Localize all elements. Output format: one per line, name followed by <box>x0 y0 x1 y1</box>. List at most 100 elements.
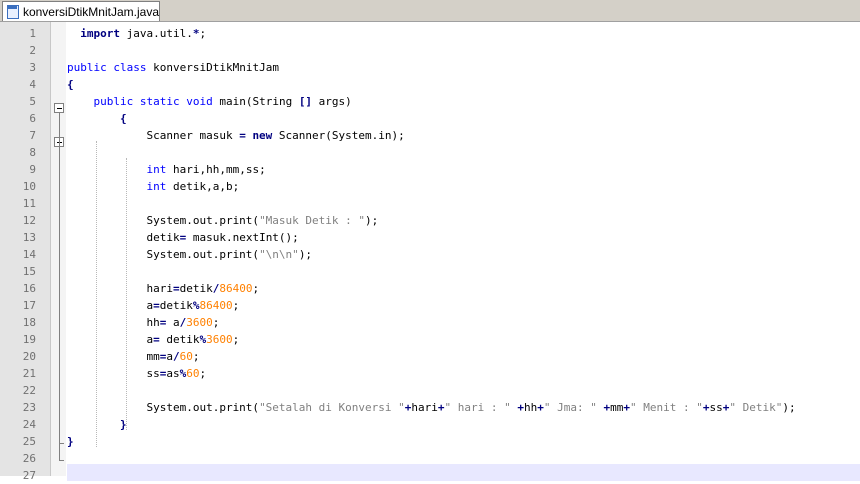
code-token: konversiDtikMnitJam <box>146 61 279 74</box>
code-line[interactable]: 8 <box>0 144 860 161</box>
code-token: = <box>172 282 180 295</box>
code-text: public static void main(String [] args) <box>67 93 352 110</box>
code-line[interactable]: 16 hari=detik/86400; <box>0 280 860 297</box>
code-token: ; <box>252 282 260 295</box>
code-line[interactable]: 11 <box>0 195 860 212</box>
code-line[interactable]: 17 a=detik%86400; <box>0 297 860 314</box>
code-token: main(String <box>212 95 299 108</box>
code-token: 3600 <box>186 316 213 329</box>
code-token: "Masuk Detik : " <box>259 214 366 227</box>
code-line[interactable]: 10 int detik,a,b; <box>0 178 860 195</box>
code-token: a <box>67 299 154 312</box>
code-line[interactable]: 12 System.out.print("Masuk Detik : "); <box>0 212 860 229</box>
line-number: 25 <box>22 435 36 448</box>
code-token: public class <box>67 61 147 74</box>
line-number: 20 <box>22 350 36 363</box>
code-line[interactable]: 3 public class konversiDtikMnitJam <box>0 59 860 76</box>
code-token: "\n\n" <box>259 248 299 261</box>
code-token: Scanner(System.in); <box>272 129 405 142</box>
code-line[interactable]: 21 ss=as%60; <box>0 365 860 382</box>
indent-guide <box>96 141 97 447</box>
code-token: detik <box>67 231 180 244</box>
code-token: hari <box>67 282 173 295</box>
line-number: 16 <box>22 282 36 295</box>
code-token: ); <box>298 248 313 261</box>
code-token: java.util. <box>120 27 193 40</box>
code-token: detik <box>179 282 213 295</box>
code-token: mm <box>610 401 624 414</box>
line-number: 5 <box>29 95 36 108</box>
code-token: 86400 <box>199 299 233 312</box>
code-line[interactable]: 2 <box>0 42 860 59</box>
code-token: + <box>437 401 445 414</box>
code-token: [] <box>298 95 313 108</box>
code-line[interactable]: 4{ <box>0 76 860 93</box>
java-file-icon <box>7 5 19 19</box>
code-line[interactable]: 14 System.out.print("\n\n"); <box>0 246 860 263</box>
code-token: a <box>67 333 154 346</box>
code-token: " Detik" <box>729 401 783 414</box>
line-number: 4 <box>29 78 36 91</box>
code-token: " hari : " <box>444 401 511 414</box>
code-line[interactable]: 6 { <box>0 110 860 127</box>
code-token: ss <box>709 401 723 414</box>
code-line[interactable]: 15 <box>0 263 860 280</box>
code-token: ; <box>192 350 200 363</box>
code-token: 60 <box>186 367 200 380</box>
code-line[interactable]: 7 Scanner masuk = new Scanner(System.in)… <box>0 127 860 144</box>
code-editor[interactable]: 1 import java.util.*; 2 3 public class konv… <box>0 22 860 482</box>
code-token: 60 <box>179 350 193 363</box>
code-line[interactable]: 19 a= detik%3600; <box>0 331 860 348</box>
code-token: = <box>153 299 160 312</box>
code-token: } <box>67 435 74 448</box>
indent-guide <box>126 158 127 430</box>
line-number: 1 <box>29 27 36 40</box>
code-line[interactable]: 1 import java.util.*; <box>0 25 860 42</box>
line-number: 23 <box>22 401 36 414</box>
line-number: 19 <box>22 333 36 346</box>
code-token: ; <box>212 316 220 329</box>
code-line[interactable]: 24 } <box>0 416 860 433</box>
line-number: 21 <box>22 367 36 380</box>
line-number: 14 <box>22 248 36 261</box>
code-token: Scanner masuk <box>67 129 240 142</box>
code-token: args) <box>312 95 352 108</box>
code-text: int detik,a,b; <box>67 178 239 195</box>
code-token: = <box>153 333 160 346</box>
line-number: 18 <box>22 316 36 329</box>
code-text: public class konversiDtikMnitJam <box>67 59 279 76</box>
code-text: mm=a/60; <box>67 348 199 365</box>
code-text: import java.util.*; <box>67 25 206 42</box>
code-line[interactable]: 5 public static void main(String [] args… <box>0 93 860 110</box>
code-line[interactable]: 20 mm=a/60; <box>0 348 860 365</box>
code-text: { <box>67 110 127 127</box>
code-line[interactable]: 13 detik= masuk.nextInt(); <box>0 229 860 246</box>
line-number: 26 <box>22 452 36 465</box>
code-line[interactable]: 23 System.out.print("Setalah di Konversi… <box>0 399 860 416</box>
fold-toggle-icon[interactable] <box>54 103 64 113</box>
code-token: detik <box>159 299 193 312</box>
line-number: 7 <box>29 129 36 142</box>
code-token: "Setalah di Konversi " <box>259 401 405 414</box>
code-token: 86400 <box>219 282 253 295</box>
file-tab[interactable]: konversiDtikMnitJam.java <box>2 1 160 21</box>
code-line[interactable]: 25} <box>0 433 860 450</box>
code-token: ss <box>67 367 160 380</box>
code-line[interactable]: 18 hh= a/3600; <box>0 314 860 331</box>
code-text: ss=as%60; <box>67 365 206 382</box>
code-text: { <box>67 76 74 93</box>
line-number: 6 <box>29 112 36 125</box>
code-line[interactable]: 9 int hari,hh,mm,ss; <box>0 161 860 178</box>
fold-line <box>59 113 60 443</box>
code-text: hh= a/3600; <box>67 314 219 331</box>
code-line[interactable]: 22 <box>0 382 860 399</box>
fold-line <box>59 443 60 460</box>
code-token: ; <box>199 367 207 380</box>
code-text: a=detik%86400; <box>67 297 239 314</box>
code-token: ); <box>365 214 379 227</box>
code-line[interactable]: 26 <box>0 450 860 467</box>
